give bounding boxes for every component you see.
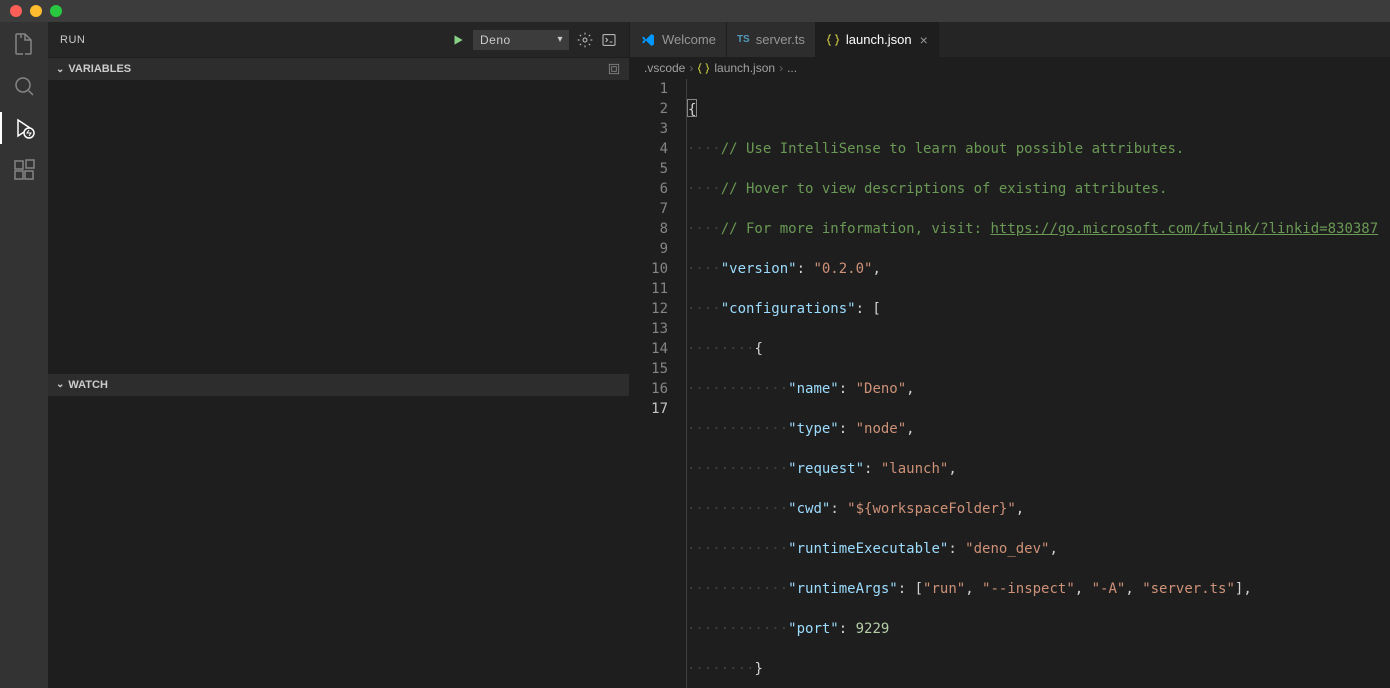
breadcrumb-folder[interactable]: .vscode [644, 61, 685, 75]
code-content[interactable]: { ····// Use IntelliSense to learn about… [686, 79, 1390, 688]
debug-config-select[interactable]: Deno [473, 30, 569, 50]
chevron-down-icon: ⌄ [56, 379, 64, 390]
line-gutter: 1234 5678 9101112 13141516 17 [630, 79, 686, 688]
tab-launch-json[interactable]: launch.json × [816, 22, 939, 57]
extensions-icon[interactable] [12, 158, 36, 182]
window-close-button[interactable] [10, 5, 22, 17]
debug-settings-button[interactable] [577, 32, 593, 48]
tab-label: server.ts [756, 32, 805, 47]
variables-collapse-icon[interactable] [607, 62, 621, 76]
variables-section-header[interactable]: ⌄ VARIABLES [48, 58, 629, 80]
chevron-right-icon: › [779, 61, 783, 75]
run-panel-title: RUN [60, 34, 85, 46]
titlebar [0, 0, 1390, 22]
search-icon[interactable] [12, 74, 36, 98]
ts-icon: TS [737, 34, 750, 45]
close-icon[interactable]: × [920, 32, 928, 48]
run-sidebar: RUN Deno [48, 22, 630, 688]
breadcrumb-file[interactable]: launch.json [714, 61, 775, 75]
json-icon [697, 62, 710, 75]
editor-area: Welcome TS server.ts launch.json × .vsco… [630, 22, 1390, 688]
watch-body [48, 396, 629, 688]
vscode-icon [640, 32, 656, 48]
chevron-right-icon: › [689, 61, 693, 75]
variables-label: VARIABLES [68, 63, 131, 75]
window-maximize-button[interactable] [50, 5, 62, 17]
window-minimize-button[interactable] [30, 5, 42, 17]
debug-config-selected: Deno [480, 33, 511, 47]
tab-label: Welcome [662, 32, 716, 47]
tab-bar: Welcome TS server.ts launch.json × [630, 22, 1390, 57]
run-debug-icon[interactable] [12, 116, 36, 140]
tab-welcome[interactable]: Welcome [630, 22, 727, 57]
breadcrumbs[interactable]: .vscode › launch.json › ... [630, 57, 1390, 79]
code-editor[interactable]: 1234 5678 9101112 13141516 17 { ····// U… [630, 79, 1390, 688]
tab-label: launch.json [846, 32, 912, 47]
explorer-icon[interactable] [12, 32, 36, 56]
watch-label: WATCH [68, 379, 108, 391]
debug-console-button[interactable] [601, 32, 617, 48]
chevron-down-icon: ⌄ [56, 64, 64, 75]
json-icon [826, 33, 840, 47]
activity-bar [0, 22, 48, 688]
watch-section-header[interactable]: ⌄ WATCH [48, 374, 629, 396]
tab-server-ts[interactable]: TS server.ts [727, 22, 816, 57]
variables-body [48, 80, 629, 373]
breadcrumb-segment[interactable]: ... [787, 61, 797, 75]
start-debug-button[interactable] [451, 33, 465, 47]
